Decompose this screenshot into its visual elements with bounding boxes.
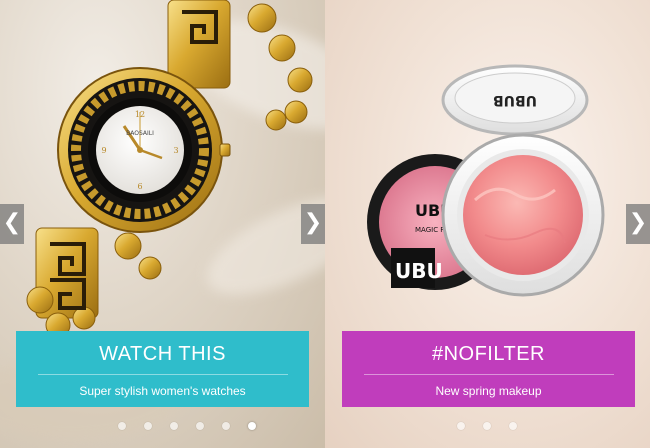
- svg-text:BAOSAILI: BAOSAILI: [126, 130, 154, 137]
- banner-subtitle: New spring makeup: [435, 384, 542, 398]
- svg-text:UBU: UBU: [395, 259, 443, 283]
- carousel-dot[interactable]: [118, 422, 126, 430]
- blush-compact-image: UBU MAGIC ROAST UBU UBUB: [367, 64, 605, 297]
- carousel-dots: [118, 422, 256, 430]
- svg-text:12: 12: [135, 110, 145, 119]
- carousel-dot[interactable]: [196, 422, 204, 430]
- carousel-dot[interactable]: [509, 422, 517, 430]
- svg-text:9: 9: [101, 146, 106, 155]
- banner-subtitle: Super stylish women's watches: [79, 384, 246, 398]
- carousel-dot[interactable]: [483, 422, 491, 430]
- slide-watch[interactable]: 12 6 3 9 BAOSAILI ❮ ❯ WATCH THIS Super s…: [0, 0, 325, 448]
- banner-title: #NOFILTER: [431, 343, 546, 365]
- svg-text:UBUB: UBUB: [493, 92, 537, 108]
- carousel-dots: [457, 422, 517, 430]
- carousel-dot[interactable]: [144, 422, 152, 430]
- chevron-right-icon: ❯: [303, 210, 323, 235]
- banner-divider: [363, 374, 614, 375]
- carousel-dot[interactable]: [457, 422, 465, 430]
- banner-title: WATCH THIS: [99, 343, 226, 365]
- chevron-right-icon: ❯: [628, 210, 648, 235]
- prev-arrow-button[interactable]: ❮: [0, 204, 24, 244]
- carousel-dot[interactable]: [222, 422, 230, 430]
- chevron-left-icon: ❮: [2, 210, 22, 235]
- carousel-dot[interactable]: [170, 422, 178, 430]
- banner-divider: [37, 374, 288, 375]
- svg-text:3: 3: [173, 146, 178, 155]
- carousel-dot-active[interactable]: [248, 422, 256, 430]
- slide-banner-watch[interactable]: WATCH THIS Super stylish women's watches: [16, 331, 309, 407]
- slide-banner-makeup[interactable]: #NOFILTER New spring makeup: [342, 331, 635, 407]
- gold-watch-image: 12 6 3 9 BAOSAILI: [26, 0, 313, 338]
- next-arrow-button[interactable]: ❯: [301, 204, 325, 244]
- svg-text:6: 6: [137, 182, 142, 191]
- next-arrow-button[interactable]: ❯: [626, 204, 650, 244]
- slide-makeup[interactable]: UBU MAGIC ROAST UBU UBUB ❯ #NOFILTER New…: [325, 0, 650, 448]
